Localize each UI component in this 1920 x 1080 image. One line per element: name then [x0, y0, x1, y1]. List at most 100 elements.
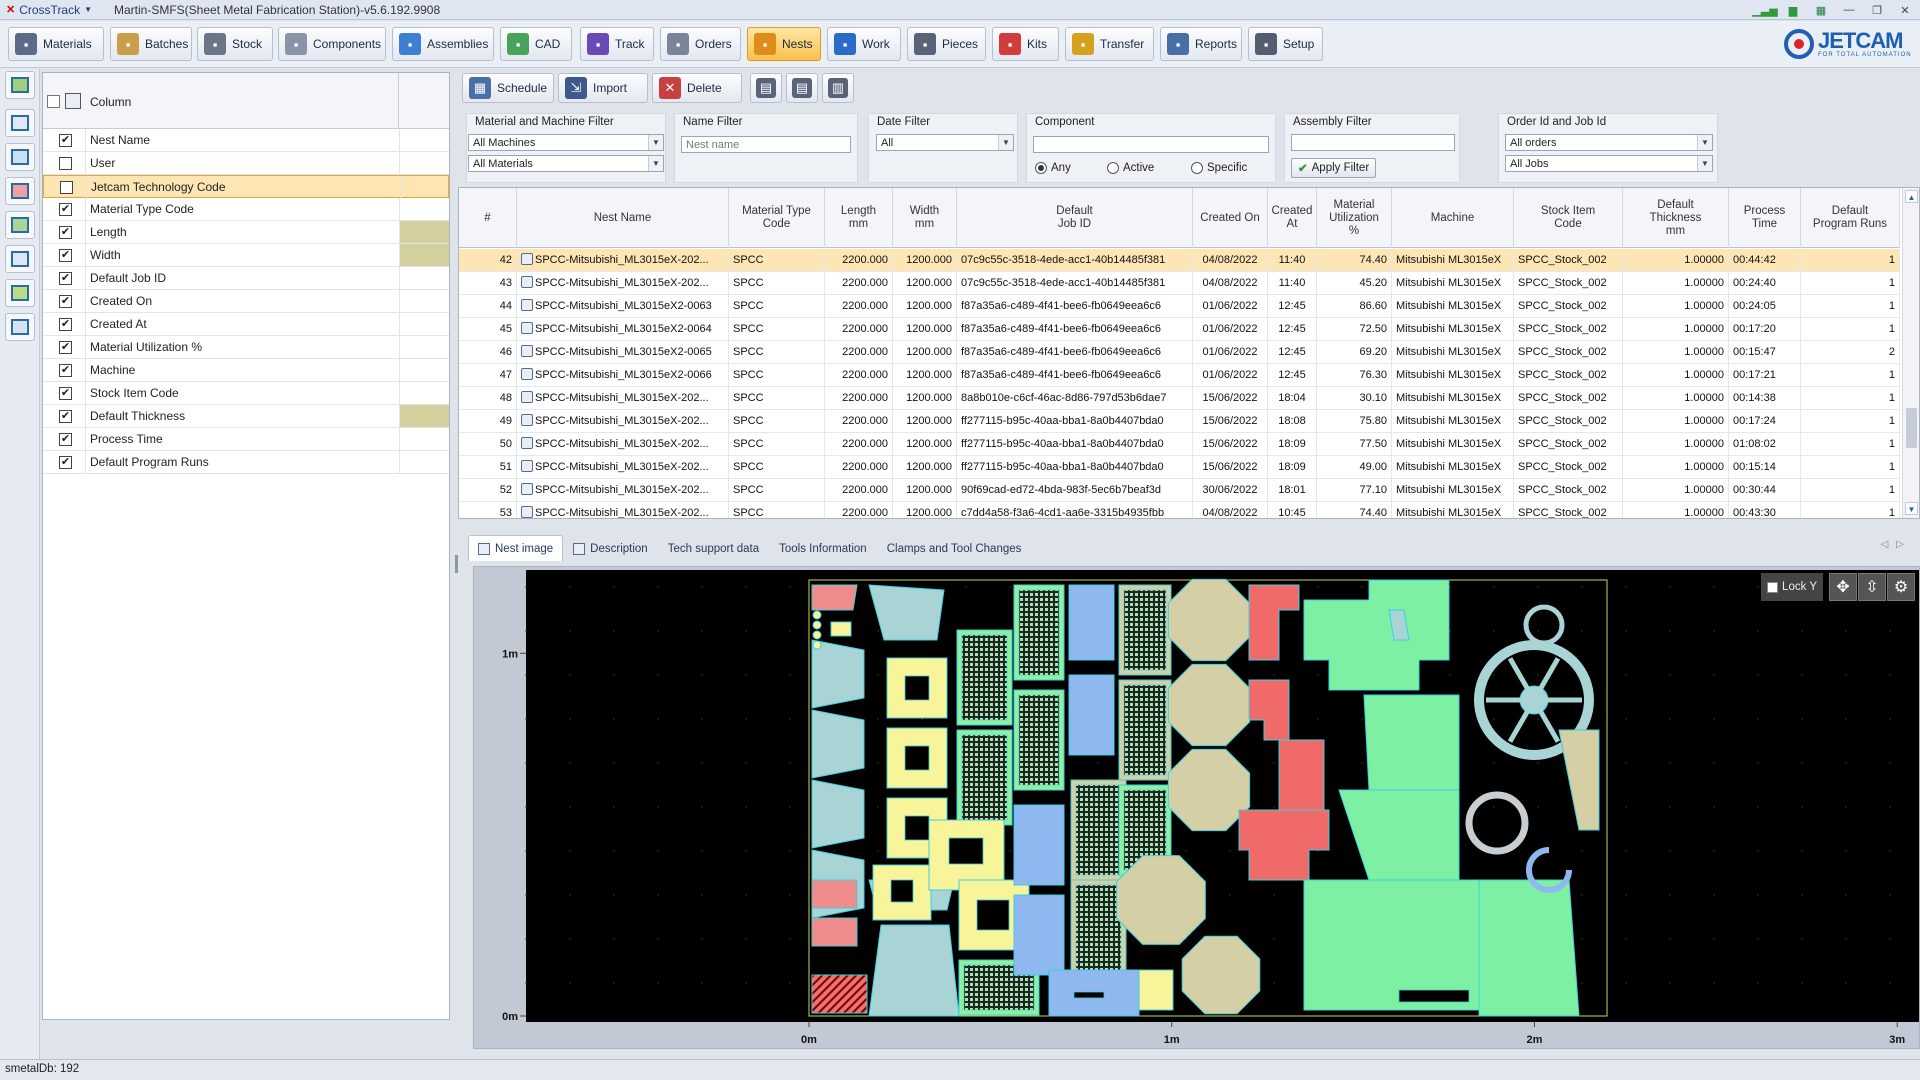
checkbox-checked-icon[interactable]: ✔ [59, 134, 72, 147]
tab-scroll-arrows[interactable]: ◁▷ [1881, 539, 1912, 550]
checkbox-checked-icon[interactable]: ✔ [59, 387, 72, 400]
table-row[interactable]: 48 SPCC-Mitsubishi_ML3015eX-202... SPCC 220… [459, 387, 1900, 410]
toolbar-materials-button[interactable]: ▪ Materials [8, 27, 104, 61]
toolbar-kits-button[interactable]: ▪ Kits [992, 27, 1059, 61]
machine-select[interactable]: All Machines ▼ [468, 134, 664, 151]
nest-image-viewer[interactable]: 0m 1m 2m 3m 1m 0m Lock Y ✥ ⇳ ⚙ [473, 566, 1920, 1049]
folder-icon[interactable]: ▆ [1784, 2, 1802, 18]
grid-column-header[interactable]: Default Job ID [957, 188, 1193, 248]
export-nest-button[interactable]: ▥ [822, 73, 854, 103]
checkbox-unchecked-icon[interactable] [60, 181, 73, 194]
close-icon[interactable]: ✕ [1896, 2, 1914, 18]
list-view-button[interactable] [5, 109, 35, 137]
scroll-thumb[interactable] [1906, 408, 1917, 448]
table-row[interactable]: 42 SPCC-Mitsubishi_ML3015eX-202... SPCC 220… [459, 249, 1900, 272]
toolbar-components-button[interactable]: ▪ Components [278, 27, 386, 61]
toggle-panel-button[interactable] [5, 71, 35, 99]
job-select[interactable]: All Jobs ▼ [1505, 155, 1713, 172]
pan-icon[interactable]: ✥ [1829, 573, 1857, 601]
toolbar-reports-button[interactable]: ▪ Reports [1160, 27, 1242, 61]
column-row-format-cell[interactable] [399, 382, 449, 404]
order-select[interactable]: All orders ▼ [1505, 134, 1713, 151]
print-nest-button[interactable]: ▤ [750, 73, 782, 103]
toolbar-transfer-button[interactable]: ▪ Transfer [1065, 27, 1154, 61]
column-row-format-cell[interactable] [399, 359, 449, 381]
settings-gear-icon[interactable]: ⚙ [1887, 573, 1915, 601]
checkbox-checked-icon[interactable]: ✔ [59, 410, 72, 423]
column-row-format-cell[interactable] [399, 336, 449, 358]
component-input[interactable] [1033, 136, 1269, 153]
lock-y-toggle[interactable]: Lock Y [1761, 573, 1823, 601]
grid-column-header[interactable]: Machine [1392, 188, 1514, 248]
component-radio-specific[interactable]: Specific [1191, 162, 1247, 174]
column-row[interactable]: ✔ Default Thickness [43, 405, 449, 428]
date-select[interactable]: All ▼ [876, 134, 1014, 151]
tab-description[interactable]: Description [563, 535, 658, 561]
grid-column-header[interactable]: Width mm [893, 188, 957, 248]
grid-column-header[interactable]: Process Time [1729, 188, 1801, 248]
nest-list-button[interactable] [5, 245, 35, 273]
grid-column-header[interactable]: Material Utilization % [1317, 188, 1392, 248]
column-row-format-cell[interactable] [399, 221, 449, 243]
nest-canvas[interactable]: 0m 1m 2m 3m 1m 0m [474, 567, 1920, 1050]
column-row[interactable]: ✔ Default Program Runs [43, 451, 449, 474]
toolbar-setup-button[interactable]: ▪ Setup [1248, 27, 1323, 61]
restore-icon[interactable]: ❐ [1868, 2, 1886, 18]
grid-column-header[interactable]: Stock Item Code [1514, 188, 1623, 248]
checkbox-unchecked-icon[interactable] [59, 157, 72, 170]
grid-scrollbar[interactable]: ▲ ▼ [1902, 188, 1919, 518]
scroll-up-icon[interactable]: ▲ [1905, 190, 1918, 203]
scroll-down-icon[interactable]: ▼ [1905, 502, 1918, 515]
table-row[interactable]: 50 SPCC-Mitsubishi_ML3015eX-202... SPCC 220… [459, 433, 1900, 456]
tab-tools-information[interactable]: Tools Information [769, 535, 877, 561]
column-row-format-cell[interactable] [399, 405, 449, 427]
table-row[interactable]: 47 SPCC-Mitsubishi_ML3015eX2-0066 SPCC 2200… [459, 364, 1900, 387]
excel-icon[interactable]: ▦ [1812, 2, 1830, 18]
table-row[interactable]: 49 SPCC-Mitsubishi_ML3015eX-202... SPCC 220… [459, 410, 1900, 433]
checkbox-checked-icon[interactable]: ✔ [59, 318, 72, 331]
toolbar-pieces-button[interactable]: ▪ Pieces [907, 27, 986, 61]
table-row[interactable]: 51 SPCC-Mitsubishi_ML3015eX-202... SPCC 220… [459, 456, 1900, 479]
nest-green-button[interactable] [5, 279, 35, 307]
nest-name-input[interactable]: Nest name [681, 136, 851, 153]
checkbox-checked-icon[interactable]: ✔ [59, 433, 72, 446]
schedule-button[interactable]: ▦ Schedule [462, 73, 554, 103]
column-row[interactable]: Jetcam Technology Code [43, 175, 449, 199]
column-row-format-cell[interactable] [399, 152, 449, 174]
column-row[interactable]: ✔ Created On [43, 290, 449, 313]
column-row[interactable]: ✔ Material Type Code [43, 198, 449, 221]
vertical-resize-icon[interactable]: ⇳ [1858, 573, 1886, 601]
delete-button[interactable]: ✕ Delete [652, 73, 742, 103]
tab-nest-image[interactable]: Nest image [468, 535, 564, 561]
table-row[interactable]: 43 SPCC-Mitsubishi_ML3015eX-202... SPCC 220… [459, 272, 1900, 295]
column-row[interactable]: ✔ Length [43, 221, 449, 244]
component-radio-any[interactable]: Any [1035, 162, 1071, 174]
checkbox-checked-icon[interactable]: ✔ [59, 272, 72, 285]
column-row-format-cell[interactable] [399, 290, 449, 312]
toolbar-batches-button[interactable]: ▪ Batches [110, 27, 192, 61]
tree-green-button[interactable] [5, 211, 35, 239]
grid-column-header[interactable]: # [459, 188, 517, 248]
table-row[interactable]: 46 SPCC-Mitsubishi_ML3015eX2-0065 SPCC 2200… [459, 341, 1900, 364]
grid-column-header[interactable]: Nest Name [517, 188, 729, 248]
lock-y-checkbox[interactable] [1767, 581, 1779, 593]
column-row-format-cell[interactable] [399, 428, 449, 450]
column-row-format-cell[interactable] [399, 244, 449, 266]
grid-column-header[interactable]: Material Type Code [729, 188, 825, 248]
grid-column-header[interactable]: Created On [1193, 188, 1268, 248]
column-row-format-cell[interactable] [399, 267, 449, 289]
grid-column-header[interactable]: Length mm [825, 188, 893, 248]
checkbox-checked-icon[interactable]: ✔ [59, 203, 72, 216]
print-report-button[interactable]: ▤ [786, 73, 818, 103]
checkbox-checked-icon[interactable]: ✔ [59, 226, 72, 239]
checkbox-checked-icon[interactable]: ✔ [59, 456, 72, 469]
column-row-format-cell[interactable] [399, 129, 449, 151]
column-row-format-cell[interactable] [399, 313, 449, 335]
table-row[interactable]: 45 SPCC-Mitsubishi_ML3015eX2-0064 SPCC 2200… [459, 318, 1900, 341]
checkbox-checked-icon[interactable]: ✔ [59, 295, 72, 308]
tree-view-button[interactable] [5, 143, 35, 171]
toolbar-nests-button[interactable]: ▪ Nests [747, 27, 821, 61]
grid-column-header[interactable]: Created At [1268, 188, 1317, 248]
table-view-button[interactable] [5, 313, 35, 341]
app-menu[interactable]: ✕ CrossTrack ▼ [0, 0, 106, 20]
